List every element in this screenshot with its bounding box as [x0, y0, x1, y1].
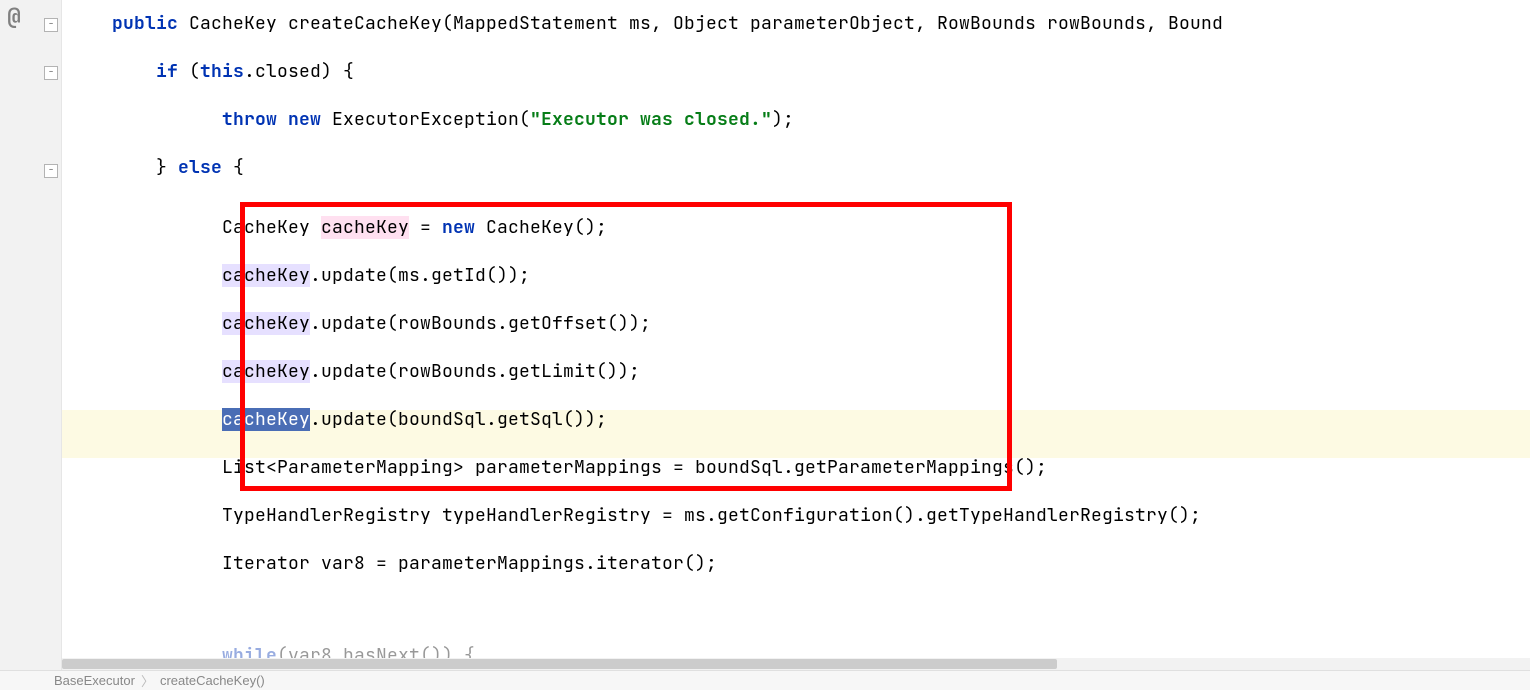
code-line[interactable]: List<ParameterMapping> parameterMappings…	[112, 444, 1047, 492]
horizontal-scroll-thumb[interactable]	[62, 659, 1057, 669]
code-line[interactable]: } else {	[112, 144, 244, 192]
fold-toggle-icon[interactable]	[44, 164, 58, 178]
code-editor[interactable]: public CacheKey createCacheKey(MappedSta…	[62, 0, 1530, 670]
override-annotation-icon[interactable]: @	[0, 2, 28, 30]
variable-read-highlight: cacheKey	[222, 360, 310, 383]
chevron-right-icon: 〉	[141, 671, 154, 690]
code-line[interactable]: Iterator var8 = parameterMappings.iterat…	[112, 540, 717, 588]
code-line[interactable]: cacheKey.update(boundSql.getSql());	[112, 396, 607, 444]
breadcrumb-item[interactable]: BaseExecutor	[54, 673, 135, 688]
editor-gutter[interactable]: @	[0, 0, 62, 670]
horizontal-scrollbar[interactable]	[62, 658, 1530, 670]
code-line[interactable]: TypeHandlerRegistry typeHandlerRegistry …	[112, 492, 1201, 540]
selection-highlight: cacheKey	[222, 408, 310, 431]
code-line[interactable]: throw new ExecutorException("Executor wa…	[112, 96, 794, 144]
variable-read-highlight: cacheKey	[222, 264, 310, 287]
breadcrumb-item[interactable]: createCacheKey()	[160, 673, 265, 688]
variable-write-highlight: cacheKey	[321, 216, 409, 239]
code-line[interactable]: public CacheKey createCacheKey(MappedSta…	[112, 0, 1223, 48]
fold-toggle-icon[interactable]	[44, 66, 58, 80]
breadcrumbs-bar[interactable]: BaseExecutor 〉 createCacheKey()	[0, 670, 1530, 690]
code-line[interactable]: cacheKey.update(rowBounds.getLimit());	[112, 348, 640, 396]
code-line[interactable]: if (this.closed) {	[112, 48, 354, 96]
variable-read-highlight: cacheKey	[222, 312, 310, 335]
code-line[interactable]: cacheKey.update(rowBounds.getOffset());	[112, 300, 651, 348]
code-line[interactable]: cacheKey.update(ms.getId());	[112, 252, 530, 300]
code-line[interactable]: CacheKey cacheKey = new CacheKey();	[112, 204, 607, 252]
fold-toggle-icon[interactable]	[44, 18, 58, 32]
